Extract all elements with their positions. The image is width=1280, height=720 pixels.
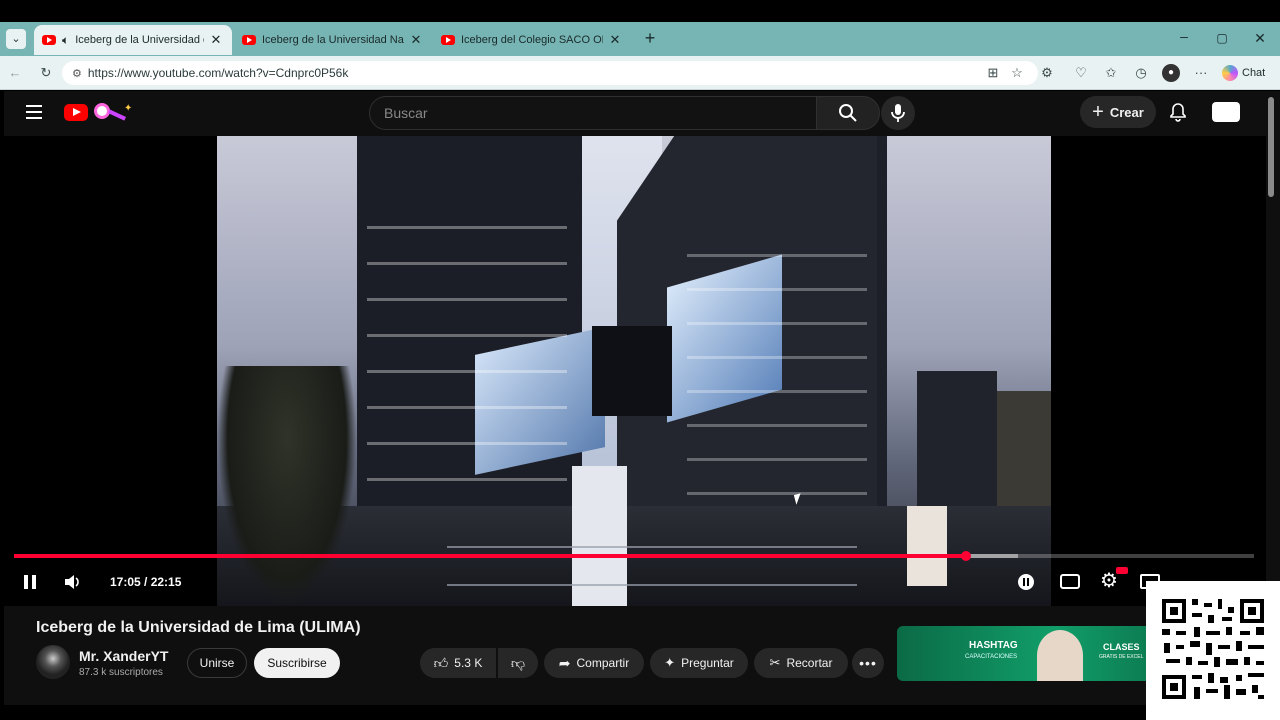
youtube-page: ✦ Buscar + Crear 17:05 / 22:15 ⚙ Iceberg…	[4, 91, 1266, 705]
browser-essentials-icon[interactable]: ♡	[1072, 64, 1090, 82]
ad-brand-sub: CAPACITACIONES	[965, 654, 1018, 660]
tab-title: Iceberg del Colegio SACO OLIVEROS	[461, 34, 603, 46]
tab-search-button[interactable]: ⌄	[6, 29, 26, 49]
share-icon: ➦	[558, 654, 571, 671]
tab-iceberg-ulima[interactable]: 🔈︎ Iceberg de la Universidad de L ✕	[34, 25, 232, 55]
video-title: Iceberg de la Universidad de Lima (ULIMA…	[36, 619, 361, 636]
more-horizontal-icon: •••	[859, 655, 877, 671]
app-available-icon[interactable]: ⊞	[984, 64, 1002, 82]
search-icon	[839, 104, 857, 122]
favorites-icon[interactable]: ✩	[1102, 64, 1120, 82]
tab-strip: ⌄ 🔈︎ Iceberg de la Universidad de L ✕ Ic…	[0, 22, 1280, 56]
share-label: Compartir	[576, 656, 630, 670]
thumbs-up-icon: 👍︎	[433, 654, 449, 671]
join-label: Unirse	[199, 656, 235, 670]
site-info-icon[interactable]: ⚙	[72, 67, 82, 80]
notifications-bell-icon[interactable]	[1168, 102, 1188, 122]
profile-avatar[interactable]: ●	[1162, 64, 1180, 82]
back-arrow-icon[interactable]: ←	[6, 64, 24, 82]
subscriber-count: 87.3 k suscriptores	[79, 667, 163, 678]
hd-badge	[1116, 567, 1128, 574]
create-button[interactable]: + Crear	[1080, 96, 1156, 128]
microphone-icon	[891, 104, 905, 122]
reload-icon[interactable]: ↻	[37, 64, 55, 82]
address-bar[interactable]: ⚙ https://www.youtube.com/watch?v=Cdnprc…	[62, 61, 1038, 85]
youtube-favicon-icon	[441, 35, 455, 45]
clip-label: Recortar	[786, 656, 833, 670]
speaker-icon[interactable]: 🔈︎	[62, 33, 69, 48]
join-button[interactable]: Unirse	[187, 648, 247, 678]
tab-title: Iceberg de la Universidad de L	[75, 34, 204, 46]
favorite-star-icon[interactable]: ☆	[1008, 64, 1026, 82]
channel-name[interactable]: Mr. XanderYT	[79, 648, 168, 664]
video-frame	[217, 136, 1051, 606]
history-icon[interactable]: ◷	[1132, 64, 1150, 82]
restore-button[interactable]: ▢	[1212, 28, 1232, 48]
more-options-icon[interactable]: ···	[1192, 64, 1210, 82]
scissors-icon: ✂	[769, 655, 781, 670]
pause-button[interactable]	[22, 574, 38, 590]
ad-brand: HASHTAG	[969, 640, 1018, 651]
youtube-logo[interactable]	[64, 104, 88, 121]
close-window-button[interactable]: ✕	[1250, 28, 1270, 48]
tab-iceberg-saco-oliveros[interactable]: Iceberg del Colegio SACO OLIVEROS ✕	[433, 25, 631, 55]
search-placeholder: Buscar	[384, 105, 428, 121]
browser-toolbar: ← ↻ ⚙ https://www.youtube.com/watch?v=Cd…	[0, 56, 1280, 90]
copilot-icon	[1222, 65, 1238, 81]
played-bar	[14, 554, 967, 558]
create-label: Crear	[1109, 104, 1144, 120]
video-player[interactable]: 17:05 / 22:15 ⚙	[4, 136, 1266, 606]
share-button[interactable]: ➦ Compartir	[544, 648, 644, 678]
minimize-button[interactable]: –	[1174, 28, 1194, 48]
masthead: ✦ Buscar + Crear	[4, 91, 1266, 135]
ad-sub: GRATIS DE EXCEL	[1099, 654, 1144, 660]
ad-presenter-image	[1037, 630, 1083, 681]
tab-iceberg-unmsm[interactable]: Iceberg de la Universidad Naciona ✕	[234, 25, 432, 55]
voice-search-button[interactable]	[881, 96, 915, 130]
scrollbar-thumb[interactable]	[1268, 97, 1274, 197]
close-icon[interactable]: ✕	[607, 32, 623, 48]
youtube-favicon-icon	[242, 35, 256, 45]
thumbs-down-icon: 👎︎	[510, 654, 526, 671]
search-button[interactable]	[816, 96, 880, 130]
progress-bar[interactable]	[14, 551, 1254, 561]
menu-hamburger-icon[interactable]	[26, 105, 42, 119]
channel-avatar[interactable]	[36, 645, 70, 679]
close-icon[interactable]: ✕	[208, 32, 224, 48]
url-text: https://www.youtube.com/watch?v=Cdnprc0P…	[87, 66, 349, 80]
like-count: 5.3 K	[454, 656, 483, 670]
ask-button[interactable]: ✦ Preguntar	[650, 648, 748, 678]
search-input[interactable]: Buscar	[369, 96, 817, 130]
qr-code-image	[1146, 581, 1280, 720]
chat-label: Chat	[1242, 67, 1266, 79]
subtitles-icon[interactable]	[1060, 574, 1080, 589]
close-icon[interactable]: ✕	[408, 32, 424, 48]
doodle-icon[interactable]: ✦	[92, 101, 136, 123]
like-button[interactable]: 👍︎ 5.3 K	[420, 648, 496, 678]
subscribe-label: Suscribirse	[267, 656, 327, 670]
window-top-bar	[0, 0, 1280, 22]
ad-headline: CLASES	[1103, 642, 1140, 652]
extensions-icon[interactable]: ⚙	[1038, 64, 1056, 82]
tab-title: Iceberg de la Universidad Naciona	[262, 34, 404, 46]
copilot-chat-button[interactable]: Chat	[1222, 64, 1265, 82]
sparkle-icon: ✦	[664, 655, 676, 670]
plus-icon: +	[1092, 101, 1104, 123]
account-avatar[interactable]	[1212, 102, 1240, 122]
more-actions-button[interactable]: •••	[852, 648, 884, 678]
volume-icon[interactable]	[62, 572, 82, 592]
youtube-favicon-icon	[42, 35, 56, 45]
clip-button[interactable]: ✂ Recortar	[754, 648, 848, 678]
dislike-button[interactable]: 👎︎	[498, 648, 538, 678]
autoplay-toggle[interactable]	[1018, 574, 1034, 590]
ask-label: Preguntar	[681, 656, 734, 670]
time-display: 17:05 / 22:15	[110, 575, 182, 589]
subscribe-button[interactable]: Suscribirse	[254, 648, 340, 678]
ad-banner[interactable]: HASHTAG CAPACITACIONES CLASES GRATIS DE …	[897, 626, 1157, 681]
new-tab-button[interactable]: +	[640, 28, 660, 48]
